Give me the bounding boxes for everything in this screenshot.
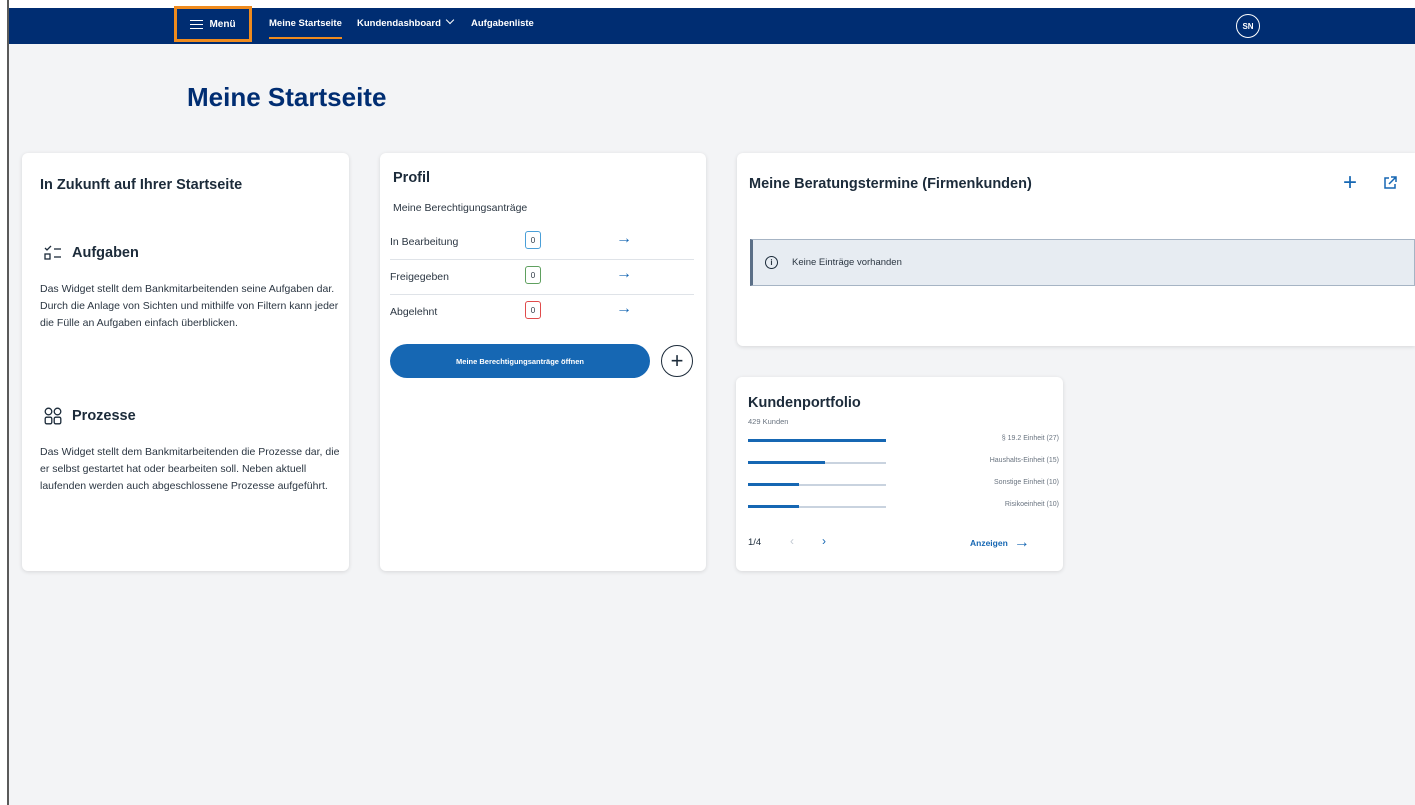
section-heading: Aufgaben: [72, 245, 139, 261]
portfolio-item[interactable]: Haushalts-Einheit (15): [748, 457, 1059, 469]
card-title: Meine Beratungstermine (Firmenkunden): [749, 176, 1032, 192]
link-label: Anzeigen: [970, 538, 1008, 548]
bar-fill: [748, 461, 825, 464]
aufgaben-heading: Aufgaben: [44, 245, 139, 261]
chevron-right-icon[interactable]: ›: [822, 534, 826, 548]
card-title: Kundenportfolio: [748, 395, 861, 411]
portfolio-item[interactable]: Sonstige Einheit (10): [748, 479, 1059, 491]
row-label: Freigegeben: [390, 271, 449, 283]
page-title: Meine Startseite: [187, 82, 387, 112]
card-title: Profil: [393, 170, 431, 186]
request-row-in-bearbeitung[interactable]: In Bearbeitung 0 →: [390, 225, 694, 260]
row-label: Abgelehnt: [390, 306, 438, 318]
bar-label: Sonstige Einheit (10): [994, 479, 1059, 486]
appointments-card: Meine Beratungstermine (Firmenkunden) + …: [737, 153, 1415, 346]
bar-label: Risikoeinheit (10): [1004, 501, 1059, 508]
profile-card: Profil Meine Berechtigungsanträge In Bea…: [380, 153, 706, 571]
process-icon: [44, 407, 62, 425]
chevron-left-icon[interactable]: ‹: [790, 534, 794, 548]
prozesse-description: Das Widget stellt dem Bankmitarbeitenden…: [40, 446, 340, 492]
portfolio-card: Kundenportfolio 429 Kunden § 19.2 Einhei…: [736, 377, 1063, 571]
add-appointment-icon[interactable]: +: [1343, 169, 1357, 197]
portfolio-item[interactable]: § 19.2 Einheit (27): [748, 435, 1059, 447]
count-badge: 0: [525, 301, 541, 319]
customer-count: 429 Kunden: [748, 417, 789, 426]
bar-label: § 19.2 Einheit (27): [1001, 435, 1059, 442]
future-widgets-card: In Zukunft auf Ihrer Startseite Aufgaben…: [22, 153, 349, 571]
count-badge: 0: [525, 231, 541, 249]
menu-button[interactable]: Menü: [174, 6, 252, 42]
open-requests-button[interactable]: Meine Berechtigungsanträge öffnen: [390, 344, 650, 378]
card-title: In Zukunft auf Ihrer Startseite: [40, 177, 243, 193]
nav-label: Meine Startseite: [269, 18, 342, 29]
user-avatar[interactable]: SN: [1236, 14, 1260, 38]
bar-label: Haushalts-Einheit (15): [989, 457, 1059, 464]
arrow-right-icon[interactable]: →: [616, 300, 632, 318]
show-portfolio-link[interactable]: Anzeigen →: [970, 534, 1030, 552]
arrow-right-icon[interactable]: →: [616, 230, 632, 248]
empty-info-banner: i Keine Einträge vorhanden: [750, 239, 1415, 286]
plus-icon: +: [670, 348, 684, 373]
pagination-indicator: 1/4: [748, 537, 762, 548]
bar-fill: [748, 439, 886, 442]
chevron-down-icon: [445, 15, 455, 25]
request-row-freigegeben[interactable]: Freigegeben 0 →: [390, 260, 694, 295]
card-subtitle: Meine Berechtigungsanträge: [393, 202, 528, 214]
checklist-icon: [44, 245, 61, 260]
nav-kundendashboard[interactable]: Kundendashboard: [357, 15, 455, 29]
nav-label: Aufgabenliste: [471, 18, 534, 29]
window-left-edge: [0, 0, 9, 805]
empty-message: Keine Einträge vorhanden: [792, 257, 902, 268]
bar-fill: [748, 483, 799, 486]
menu-label: Menü: [209, 18, 236, 30]
info-icon: i: [765, 256, 778, 269]
nav-label: Kundendashboard: [357, 18, 441, 29]
bar-fill: [748, 505, 799, 508]
arrow-right-icon[interactable]: →: [616, 265, 632, 283]
aufgaben-description: Das Widget stellt dem Bankmitarbeitenden…: [40, 283, 339, 329]
arrow-right-icon: →: [1013, 534, 1030, 551]
nav-meine-startseite[interactable]: Meine Startseite: [269, 18, 342, 39]
section-heading: Prozesse: [72, 408, 136, 424]
external-link-icon[interactable]: [1383, 176, 1397, 195]
count-badge: 0: [525, 266, 541, 284]
request-row-abgelehnt[interactable]: Abgelehnt 0 →: [390, 295, 694, 330]
portfolio-item[interactable]: Risikoeinheit (10): [748, 501, 1059, 513]
add-request-button[interactable]: +: [661, 345, 693, 377]
row-label: In Bearbeitung: [390, 236, 459, 248]
hamburger-icon: [190, 19, 204, 29]
prozesse-heading: Prozesse: [44, 407, 136, 425]
nav-aufgabenliste[interactable]: Aufgabenliste: [471, 18, 534, 29]
